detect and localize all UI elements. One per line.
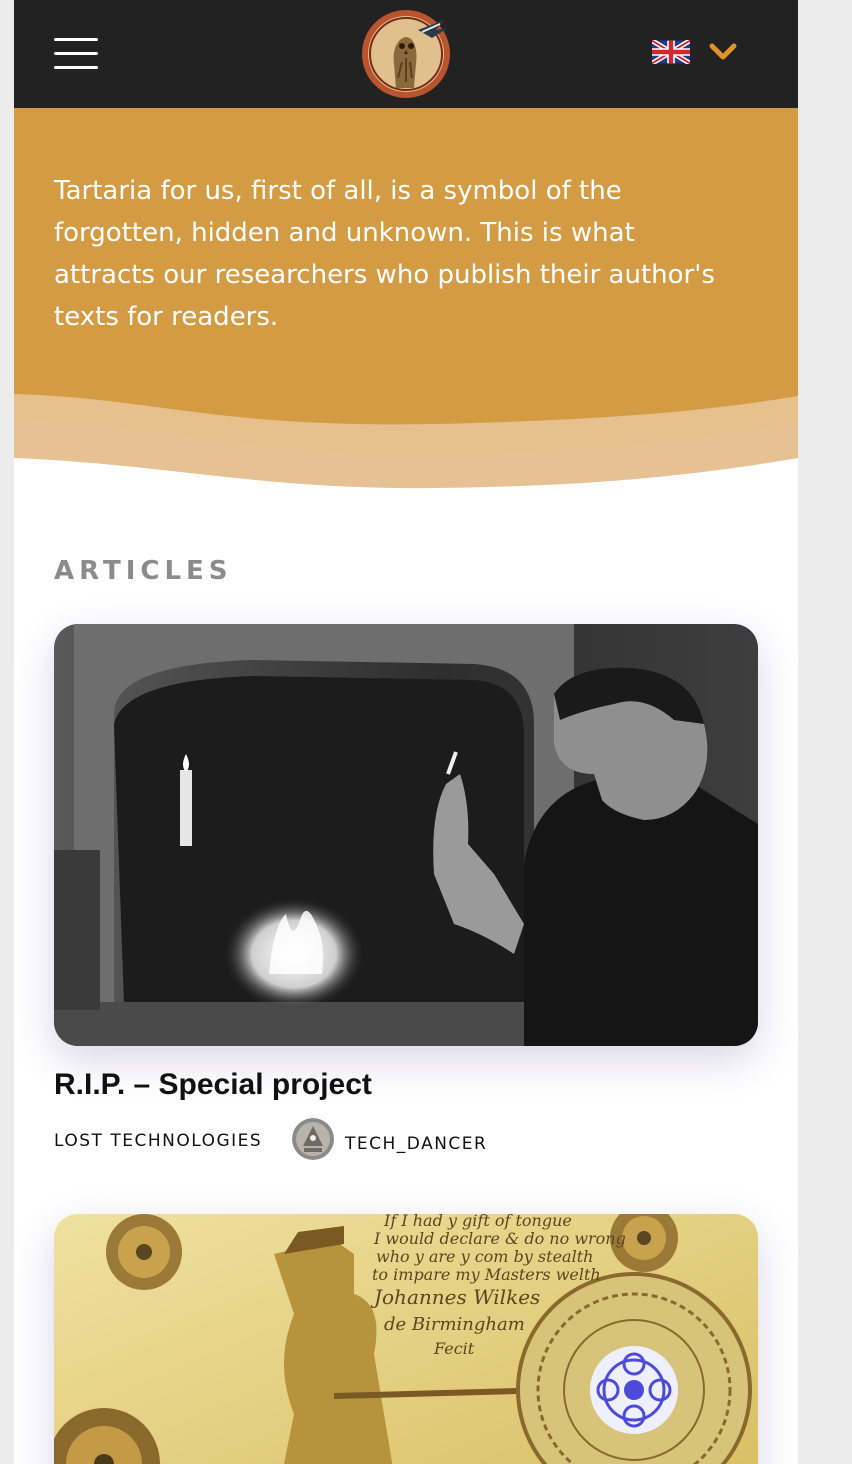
article-photo: If I had y gift of tongue I would declar… — [54, 1214, 758, 1464]
uk-flag-icon — [652, 40, 690, 64]
page: Tartaria for us, first of all, is a symb… — [14, 0, 798, 1464]
article-image-rip-special-project[interactable] — [54, 624, 758, 1046]
menu-line — [54, 52, 98, 55]
inscription-line: de Birmingham — [384, 1314, 525, 1335]
inscription-line: If I had y gift of tongue — [383, 1214, 572, 1230]
article-title[interactable]: R.I.P. – Special project — [54, 1068, 372, 1102]
author-name-link[interactable]: TECH_DANCER — [345, 1134, 487, 1154]
inscription-line: Johannes Wilkes — [370, 1285, 540, 1309]
hamburger-menu-icon[interactable] — [54, 38, 98, 70]
inscription-line: I would declare & do no wrong — [373, 1229, 626, 1248]
top-navigation-bar — [14, 0, 798, 108]
menu-line — [54, 66, 98, 69]
articles-section-title: ARTICLES — [54, 556, 233, 586]
inscription-line: who y are y com by stealth — [376, 1247, 593, 1266]
menu-line — [54, 38, 98, 41]
hero-wave-divider — [14, 394, 798, 508]
inscription-line: Fecit — [433, 1339, 475, 1358]
author-avatar[interactable] — [292, 1118, 334, 1160]
hero-text: Tartaria for us, first of all, is a symb… — [54, 176, 715, 332]
chevron-down-icon — [709, 43, 737, 60]
article-meta: LOST TECHNOLOGIES TECH_DANCER — [54, 1118, 654, 1160]
article-photo — [54, 624, 758, 1046]
article-category-link[interactable]: LOST TECHNOLOGIES — [54, 1131, 262, 1151]
language-selector[interactable] — [652, 38, 742, 68]
article-image-engraved-plate[interactable]: If I had y gift of tongue I would declar… — [54, 1214, 758, 1464]
hero-banner: Tartaria for us, first of all, is a symb… — [14, 108, 798, 508]
owl-emblem-logo[interactable] — [360, 8, 452, 100]
inscription-line: to impare my Masters welth — [372, 1265, 601, 1284]
